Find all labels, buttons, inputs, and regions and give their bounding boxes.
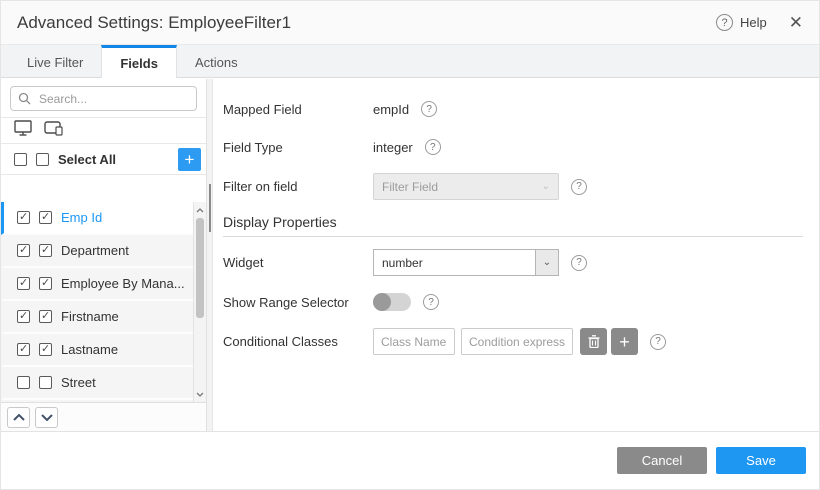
field-type-help-icon[interactable]: ? — [425, 139, 441, 155]
tab-fields[interactable]: Fields — [101, 45, 177, 78]
select-all-row[interactable]: Select All + — [1, 144, 206, 175]
filter-on-field-label: Filter on field — [223, 179, 373, 194]
device-columns-row — [1, 118, 206, 144]
field-desktop-checkbox[interactable] — [17, 277, 30, 290]
field-desktop-checkbox[interactable] — [17, 376, 30, 389]
tab-bar: Live Filter Fields Actions — [1, 45, 819, 78]
field-desktop-checkbox[interactable] — [17, 343, 30, 356]
field-list-item[interactable]: Street — [1, 367, 206, 400]
delete-class-button[interactable] — [580, 328, 607, 355]
add-class-button[interactable]: + — [611, 328, 638, 355]
widget-help-icon[interactable]: ? — [571, 255, 587, 271]
search-icon — [18, 92, 31, 110]
filter-field-select: Filter Field ⌄ — [373, 173, 559, 200]
desktop-icon — [14, 120, 33, 141]
trash-icon — [588, 335, 600, 348]
dialog-title: Advanced Settings: EmployeeFilter1 — [17, 13, 291, 33]
show-range-selector-toggle[interactable] — [373, 293, 411, 311]
field-list-item[interactable]: Lastname — [1, 334, 206, 367]
select-all-label: Select All — [58, 152, 116, 167]
show-range-selector-help-icon[interactable]: ? — [423, 294, 439, 310]
toggle-knob — [373, 293, 391, 311]
field-label: Emp Id — [61, 210, 102, 225]
field-label: Street — [61, 375, 96, 390]
field-type-row: Field Type integer ? — [223, 135, 803, 159]
field-properties-panel: Mapped Field empId ? Field Type integer … — [213, 79, 819, 431]
field-list-item[interactable]: Department — [1, 235, 206, 268]
show-range-selector-row: Show Range Selector ? — [223, 290, 803, 314]
filter-field-select-value: Filter Field — [382, 180, 438, 194]
tab-live-filter[interactable]: Live Filter — [9, 45, 101, 77]
show-range-selector-label: Show Range Selector — [223, 295, 373, 310]
condition-expression-input[interactable] — [461, 328, 573, 355]
cancel-button[interactable]: Cancel — [617, 447, 707, 474]
panel-splitter[interactable] — [206, 79, 213, 431]
field-list-item[interactable]: Emp Id — [1, 202, 206, 235]
widget-label: Widget — [223, 255, 373, 270]
widget-select[interactable]: number ⌄ — [373, 249, 559, 276]
display-properties-heading: Display Properties — [223, 214, 803, 237]
dialog-header: Advanced Settings: EmployeeFilter1 ? Hel… — [1, 1, 819, 45]
scroll-down-icon[interactable] — [194, 388, 206, 400]
select-all-mobile-checkbox[interactable] — [36, 153, 49, 166]
move-up-button[interactable] — [7, 407, 30, 428]
scroll-up-icon[interactable] — [194, 204, 206, 216]
tab-actions[interactable]: Actions — [177, 45, 256, 77]
mapped-field-value: empId — [373, 102, 409, 117]
widget-row: Widget number ⌄ ? — [223, 249, 803, 276]
field-desktop-checkbox[interactable] — [17, 211, 30, 224]
search-input[interactable] — [10, 86, 197, 111]
field-mobile-checkbox[interactable] — [39, 376, 52, 389]
list-scrollbar[interactable] — [193, 202, 206, 402]
chevron-down-icon: ⌄ — [542, 181, 550, 192]
field-label: Lastname — [61, 342, 118, 357]
field-label: Firstname — [61, 309, 119, 324]
close-icon[interactable]: ✕ — [789, 14, 803, 31]
header-actions: ? Help ✕ — [716, 14, 803, 31]
reorder-controls — [1, 402, 206, 431]
conditional-classes-help-icon[interactable]: ? — [650, 334, 666, 350]
scrollbar-thumb[interactable] — [196, 218, 204, 318]
field-list-item[interactable]: Firstname — [1, 301, 206, 334]
widget-select-value: number — [374, 250, 535, 275]
splitter-handle-icon — [209, 184, 211, 232]
field-mobile-checkbox[interactable] — [39, 310, 52, 323]
field-mobile-checkbox[interactable] — [39, 211, 52, 224]
field-desktop-checkbox[interactable] — [17, 244, 30, 257]
move-down-button[interactable] — [35, 407, 58, 428]
help-link[interactable]: Help — [740, 15, 767, 30]
field-type-label: Field Type — [223, 140, 373, 155]
field-list-item[interactable]: Employee By Mana... — [1, 268, 206, 301]
field-label: Employee By Mana... — [61, 276, 185, 291]
field-mobile-checkbox[interactable] — [39, 244, 52, 257]
field-type-value: integer — [373, 140, 413, 155]
fields-sidebar: Select All + Emp Id Department Employee … — [1, 79, 206, 431]
conditional-classes-row: Conditional Classes + ? — [223, 328, 803, 355]
chevron-down-icon[interactable]: ⌄ — [535, 250, 558, 275]
mapped-field-label: Mapped Field — [223, 102, 373, 117]
dialog-footer: Cancel Save — [1, 431, 819, 489]
help-icon[interactable]: ? — [716, 14, 733, 31]
advanced-settings-dialog: Advanced Settings: EmployeeFilter1 ? Hel… — [0, 0, 820, 490]
filter-on-field-help-icon[interactable]: ? — [571, 179, 587, 195]
field-list: Emp Id Department Employee By Mana... Fi… — [1, 202, 206, 402]
save-button[interactable]: Save — [716, 447, 806, 474]
mobile-icon — [44, 121, 64, 141]
field-desktop-checkbox[interactable] — [17, 310, 30, 323]
field-mobile-checkbox[interactable] — [39, 277, 52, 290]
field-mobile-checkbox[interactable] — [39, 343, 52, 356]
filter-on-field-row: Filter on field Filter Field ⌄ ? — [223, 173, 803, 200]
mapped-field-help-icon[interactable]: ? — [421, 101, 437, 117]
class-name-input[interactable] — [373, 328, 455, 355]
select-all-desktop-checkbox[interactable] — [14, 153, 27, 166]
conditional-classes-label: Conditional Classes — [223, 334, 373, 349]
mapped-field-row: Mapped Field empId ? — [223, 97, 803, 121]
field-label: Department — [61, 243, 129, 258]
search-container — [1, 79, 206, 118]
add-field-button[interactable]: + — [178, 148, 201, 171]
